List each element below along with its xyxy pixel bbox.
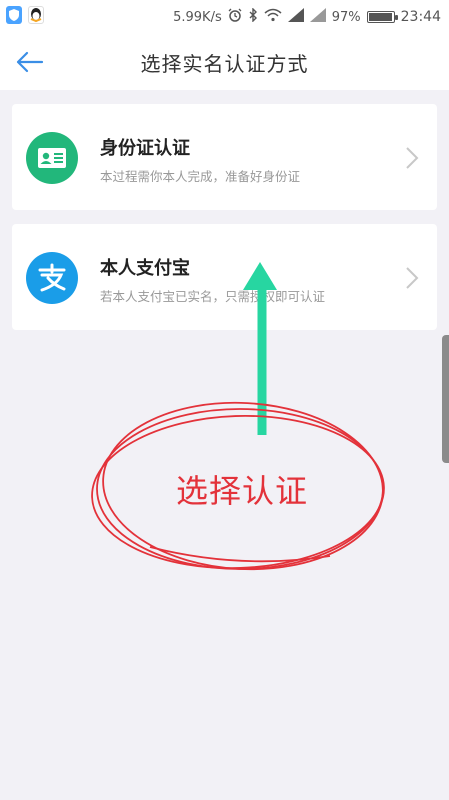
signal-icon-2 xyxy=(309,8,326,26)
annotation-text: 选择认证 xyxy=(176,472,309,510)
option-title: 本人支付宝 xyxy=(100,258,190,279)
network-speed: 5.99K/s xyxy=(173,9,222,25)
alipay-option[interactable]: 本人支付宝 若本人支付宝已实名，只需授权即可认证 xyxy=(12,224,437,330)
option-title: 身份证认证 xyxy=(100,138,190,159)
status-left xyxy=(6,6,44,24)
signal-icon xyxy=(287,8,304,26)
nav-bar: 选择实名认证方式 xyxy=(0,34,449,90)
id-card-option[interactable]: 身份证认证 本过程需你本人完成，准备好身份证 xyxy=(12,104,437,210)
id-card-icon xyxy=(26,132,78,184)
bluetooth-icon xyxy=(248,7,258,26)
qq-app-icon xyxy=(28,6,44,24)
clock: 23:44 xyxy=(400,9,441,25)
page-title: 选择实名认证方式 xyxy=(140,52,309,76)
chevron-right-icon xyxy=(406,147,419,169)
status-bar: 5.99K/s 97% 23:44 xyxy=(0,0,449,34)
wifi-icon xyxy=(264,8,282,26)
scrollbar-handle[interactable] xyxy=(442,335,449,463)
option-subtitle: 若本人支付宝已实名，只需授权即可认证 xyxy=(100,289,326,304)
status-right: 5.99K/s 97% 23:44 xyxy=(173,7,441,26)
battery-icon xyxy=(366,11,398,23)
alipay-icon xyxy=(26,252,78,304)
chevron-right-icon xyxy=(406,267,419,289)
battery-percent: 97% xyxy=(331,9,361,25)
option-subtitle: 本过程需你本人完成，准备好身份证 xyxy=(100,169,301,184)
shield-app-icon xyxy=(6,6,22,24)
alarm-icon xyxy=(228,8,242,26)
